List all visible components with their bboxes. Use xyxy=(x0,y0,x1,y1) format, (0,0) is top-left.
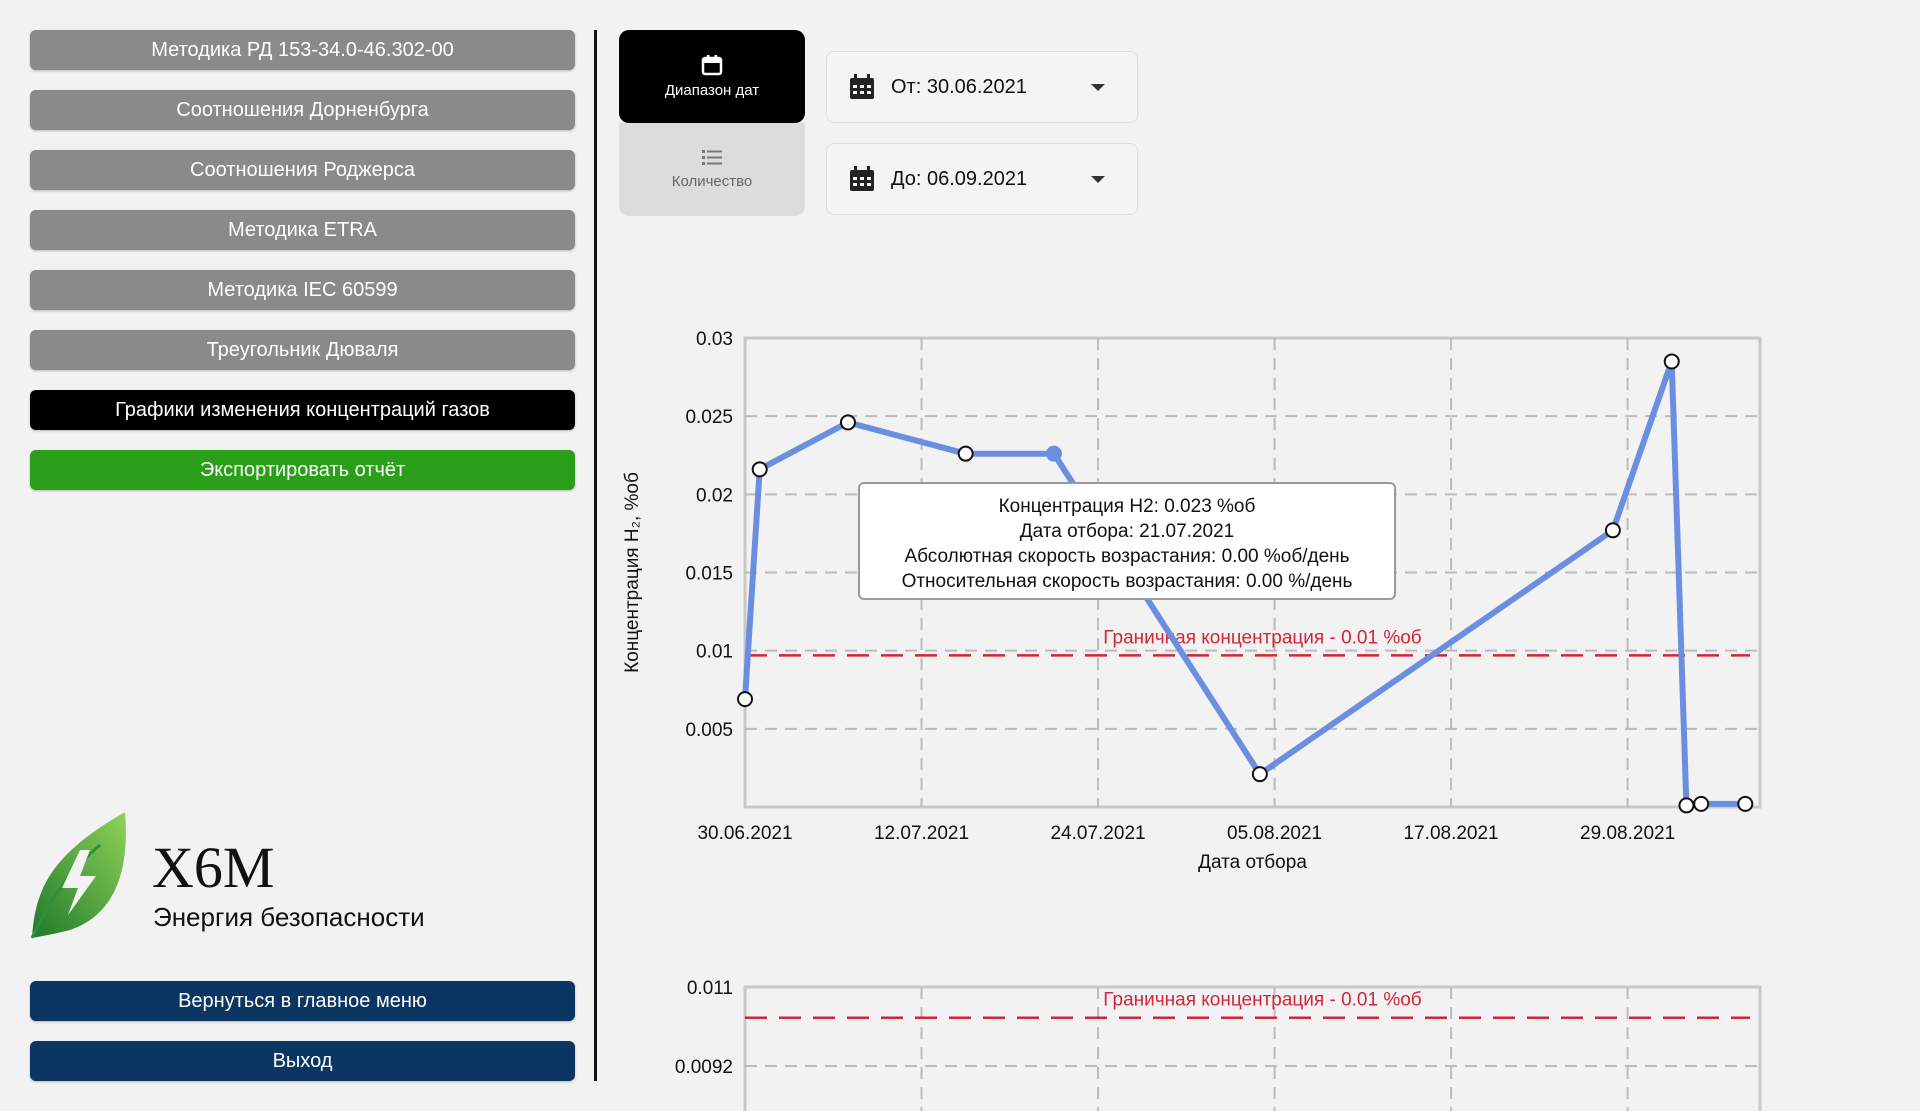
concentration-charts: 30.06.2021 12.07.2021 24.07.2021 05.08.2021… xyxy=(622,329,1762,1111)
y-tick-label: 0.005 xyxy=(685,720,733,741)
x-tick-label: 17.08.2021 xyxy=(1404,823,1499,844)
calendar-icon xyxy=(850,166,874,191)
sidebar-divider xyxy=(594,30,597,1081)
data-point xyxy=(1604,522,1621,539)
y-tick-label: 0.025 xyxy=(685,407,733,428)
gas-charts-button[interactable]: Графики изменения концентраций газов xyxy=(30,390,575,430)
rogers-ratios-button[interactable]: Соотношения Роджерса xyxy=(30,150,575,190)
tooltip-abs-rate: Абсолютная скорость возрастания: 0.00 %о… xyxy=(904,546,1350,567)
dornenburg-ratios-button[interactable]: Соотношения Дорненбурга xyxy=(30,90,575,130)
data-point xyxy=(751,461,768,478)
date-to-value: До: 06.09.2021 xyxy=(891,167,1028,190)
x-tick-label: 24.07.2021 xyxy=(1050,823,1145,844)
chevron-down-icon xyxy=(1091,175,1105,183)
exit-button[interactable]: Выход xyxy=(30,1041,575,1081)
tooltip-date: Дата отбора: 21.07.2021 xyxy=(1019,521,1235,542)
threshold-label: Граничная концентрация - 0.01 %об xyxy=(1103,627,1422,648)
x-tick-label: 12.07.2021 xyxy=(874,823,969,844)
tooltip-rel-rate: Относительная скорость возрастания: 0.00… xyxy=(901,571,1353,592)
duval-triangle-button[interactable]: Треугольник Дюваля xyxy=(30,330,575,370)
x-axis-label: Дата отбора xyxy=(1198,852,1307,873)
date-range-mode-button[interactable]: Диапазон дат xyxy=(619,30,805,123)
x-tick-label: 30.06.2021 xyxy=(697,823,792,844)
data-point xyxy=(1678,797,1695,814)
list-icon xyxy=(702,150,722,165)
y-tick-label: 0.01 xyxy=(696,642,733,663)
data-point xyxy=(1737,795,1754,812)
y-tick-label: 0.015 xyxy=(685,564,733,585)
data-point xyxy=(737,691,753,708)
leaf-bolt-icon xyxy=(30,812,126,939)
x-tick-label: 29.08.2021 xyxy=(1580,823,1675,844)
count-mode-label: Количество xyxy=(671,173,753,190)
date-range-mode-label: Диапазон дат xyxy=(664,82,760,99)
export-report-button[interactable]: Экспортировать отчёт xyxy=(30,450,575,490)
data-point xyxy=(1663,353,1680,370)
calendar-icon xyxy=(850,74,874,99)
method-iec-button[interactable]: Методика IEC 60599 xyxy=(30,270,575,310)
company-logo: Х6М Энергия безопасности xyxy=(30,810,450,945)
data-point xyxy=(1251,766,1268,783)
y-tick-label: 0.03 xyxy=(696,329,733,350)
data-point xyxy=(957,445,974,462)
tooltip-concentration: Концентрация H2: 0.023 %об xyxy=(998,496,1256,517)
date-from-select[interactable]: От: 30.06.2021 xyxy=(826,51,1138,123)
method-rd-button[interactable]: Методика РД 153-34.0-46.302-00 xyxy=(30,30,575,70)
back-to-main-menu-button[interactable]: Вернуться в главное меню xyxy=(30,981,575,1021)
y-tick-label: 0.02 xyxy=(696,485,733,506)
calendar-icon xyxy=(701,55,723,76)
filter-mode-toggle: Количество Диапазон дат xyxy=(619,30,805,217)
y-tick-label-2: 0.011 xyxy=(687,978,733,999)
data-point xyxy=(839,414,856,431)
y-axis-label: Концентрация H₂, %об xyxy=(622,472,643,673)
point-tooltip: Концентрация H2: 0.023 %об Дата отбора: … xyxy=(858,482,1396,600)
data-point xyxy=(1693,795,1710,812)
chevron-down-icon xyxy=(1091,83,1105,91)
date-to-select[interactable]: До: 06.09.2021 xyxy=(826,143,1138,215)
threshold-label-2: Граничная концентрация - 0.01 %об xyxy=(1103,990,1422,1011)
y-tick-label-2: 0.0092 xyxy=(675,1057,733,1078)
method-etra-button[interactable]: Методика ETRA xyxy=(30,210,575,250)
logo-subtitle: Энергия безопасности xyxy=(153,902,425,932)
date-from-value: От: 30.06.2021 xyxy=(891,75,1027,98)
x-tick-label: 05.08.2021 xyxy=(1227,823,1322,844)
logo-title: Х6М xyxy=(152,835,275,900)
data-point-active xyxy=(1045,445,1062,462)
count-mode-button[interactable]: Количество xyxy=(619,123,805,216)
